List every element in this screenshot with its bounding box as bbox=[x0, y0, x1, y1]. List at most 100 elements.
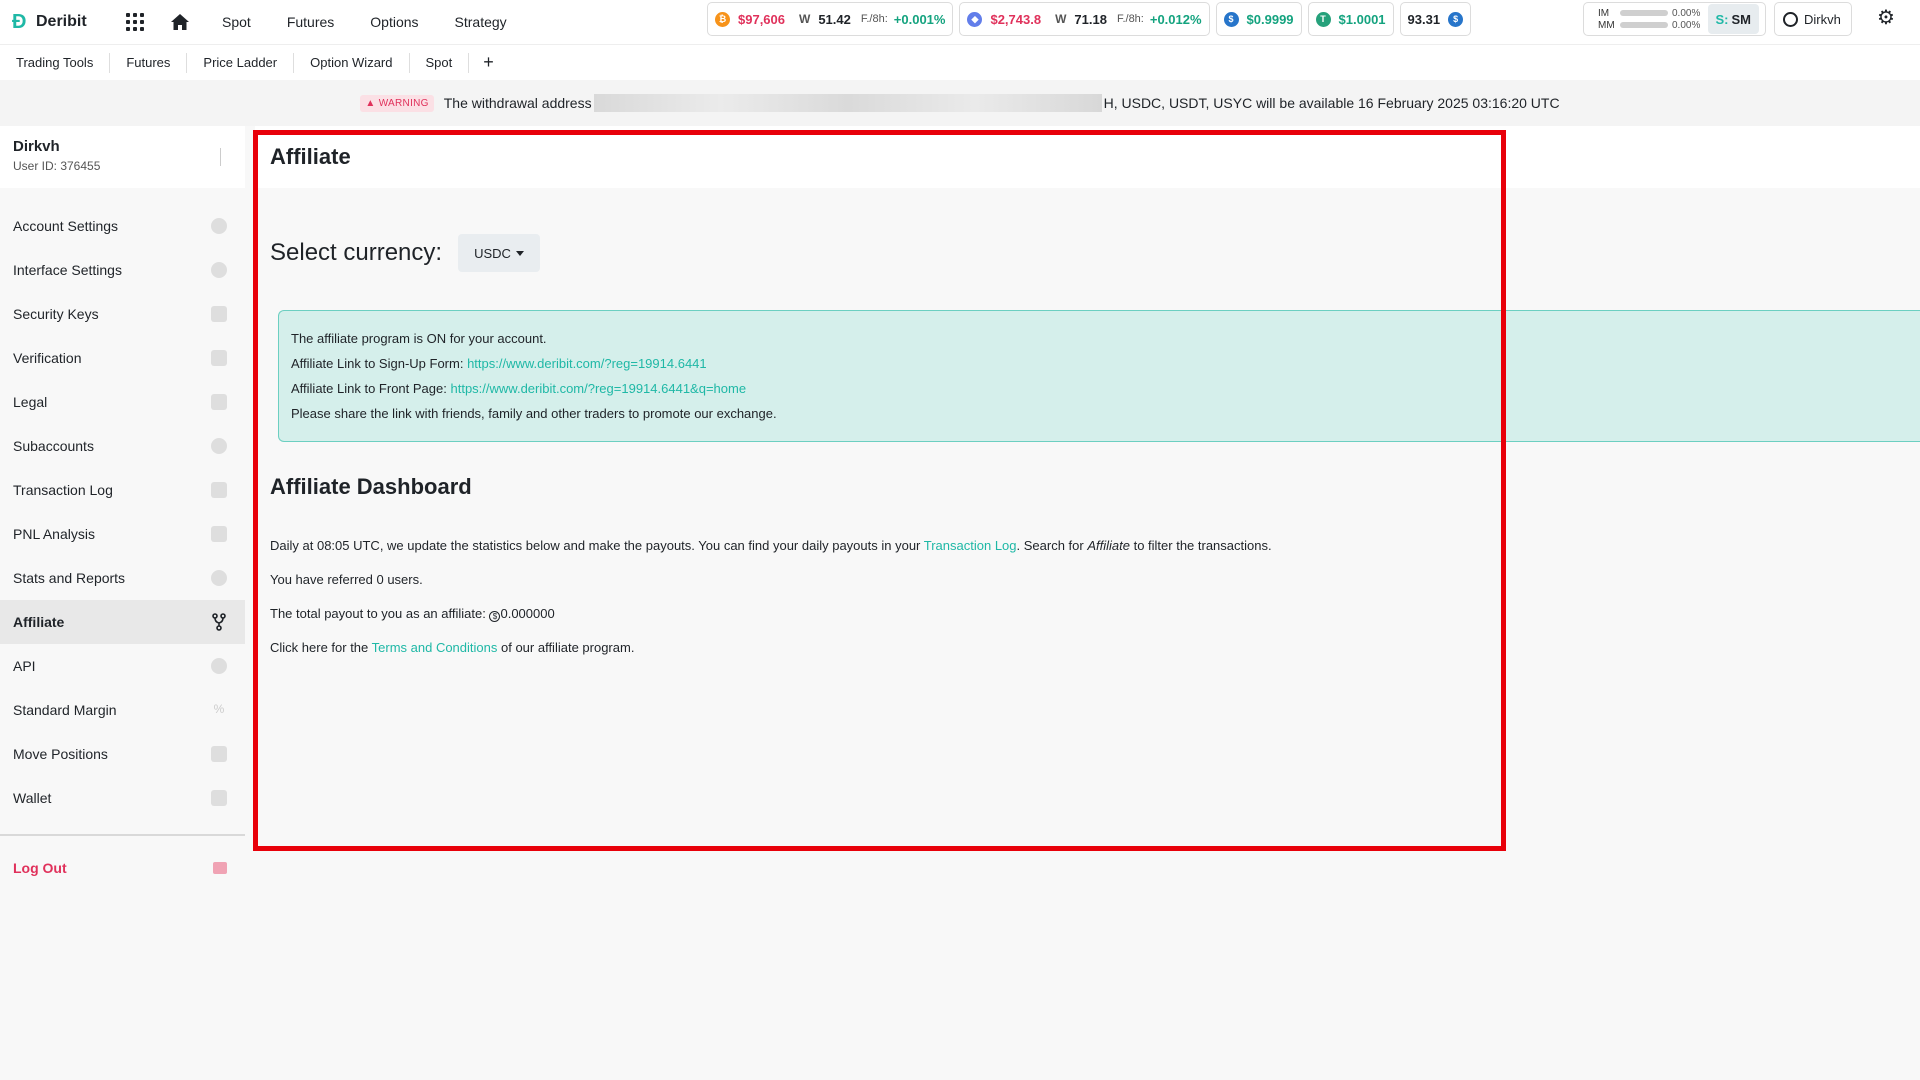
add-tool-plus-icon[interactable]: + bbox=[469, 52, 508, 73]
ticker-price: $97,606 bbox=[738, 11, 785, 27]
apps-grid-icon[interactable] bbox=[126, 13, 144, 31]
main-nav: Spot Futures Options Strategy bbox=[204, 0, 525, 44]
sidebar-item-label: Interface Settings bbox=[13, 262, 122, 278]
logout-label: Log Out bbox=[13, 860, 67, 876]
nav-strategy[interactable]: Strategy bbox=[437, 0, 525, 44]
im-bar bbox=[1620, 10, 1668, 16]
sidebar-item-verification[interactable]: Verification bbox=[0, 336, 245, 380]
divider bbox=[220, 148, 221, 166]
user-icon bbox=[1783, 11, 1798, 27]
tool-spot[interactable]: Spot bbox=[410, 52, 470, 73]
sidebar-item-account-settings[interactable]: Account Settings bbox=[0, 204, 245, 248]
nav-options[interactable]: Options bbox=[352, 0, 436, 44]
ticker-usdt[interactable]: T $1.0001 bbox=[1307, 2, 1394, 36]
terms-link[interactable]: Terms and Conditions bbox=[372, 640, 498, 655]
sidebar-item-label: Security Keys bbox=[13, 306, 99, 322]
margin-mode-prefix: S: bbox=[1715, 11, 1729, 27]
margin-mode-badge[interactable]: S: SM bbox=[1707, 4, 1759, 34]
im-label: IM bbox=[1598, 7, 1610, 19]
user-plus-icon bbox=[211, 438, 227, 454]
sidebar-item-label: Legal bbox=[13, 394, 48, 410]
margin-indicator[interactable]: IM 0.00% MM 0.00% S: SM bbox=[1583, 2, 1766, 36]
total-payout-label: The total payout to you as an affiliate: bbox=[270, 606, 486, 621]
mm-label: MM bbox=[1598, 19, 1615, 31]
sidebar-item-transaction-log[interactable]: Transaction Log bbox=[0, 468, 245, 512]
payout-info: Daily at 08:05 UTC, we update the statis… bbox=[270, 538, 1920, 554]
sidebar-item-api[interactable]: API bbox=[0, 644, 245, 688]
nav-spot[interactable]: Spot bbox=[204, 0, 269, 44]
home-icon[interactable] bbox=[170, 13, 190, 31]
sidebar-item-move-positions[interactable]: Move Positions bbox=[0, 732, 245, 776]
percent-icon: % bbox=[213, 702, 225, 716]
dashboard-title: Affiliate Dashboard bbox=[270, 474, 472, 499]
copy-icon bbox=[211, 746, 227, 762]
funding-label: F./8h: bbox=[1116, 13, 1144, 25]
tool-price-ladder[interactable]: Price Ladder bbox=[187, 52, 295, 73]
sidebar-item-security-keys[interactable]: Security Keys bbox=[0, 292, 245, 336]
profile-card: Dirkvh User ID: 376455 bbox=[0, 126, 245, 188]
sidebar-item-pnl-analysis[interactable]: PNL Analysis bbox=[0, 512, 245, 556]
ticker-btc[interactable]: ₿ $97,606 W 51.42 F./8h: +0.001% bbox=[707, 2, 954, 36]
page-title: Affiliate bbox=[270, 144, 351, 169]
tool-trading-tools[interactable]: Trading Tools bbox=[0, 52, 111, 73]
gavel-icon bbox=[211, 394, 227, 410]
margin-mode: SM bbox=[1731, 11, 1752, 27]
transaction-log-link[interactable]: Transaction Log bbox=[924, 538, 1017, 553]
mm-value: 0.00% bbox=[1672, 19, 1701, 31]
deribit-logo[interactable]: Ð Deribit bbox=[12, 12, 108, 32]
profile-user-id: User ID: 376455 bbox=[13, 159, 101, 173]
sidebar-item-label: API bbox=[13, 658, 36, 674]
sidebar-item-standard-margin[interactable]: Standard Margin% bbox=[0, 688, 245, 732]
logout-icon bbox=[213, 862, 227, 874]
sidebar-item-label: Wallet bbox=[13, 790, 52, 806]
sidebar-menu: Account Settings Interface Settings Secu… bbox=[0, 204, 245, 890]
ticker-usdc[interactable]: $ $0.9999 bbox=[1215, 2, 1302, 36]
sidebar-item-interface-settings[interactable]: Interface Settings bbox=[0, 248, 245, 292]
main-content: Affiliate Select currency: USDC The affi… bbox=[255, 126, 1920, 1080]
sidebar-item-label: Stats and Reports bbox=[13, 570, 126, 586]
sidebar-item-legal[interactable]: Legal bbox=[0, 380, 245, 424]
usdc-icon: $ bbox=[1223, 11, 1239, 27]
ticker-funding: +0.012% bbox=[1149, 11, 1202, 27]
sidebar-item-affiliate[interactable]: Affiliate bbox=[0, 600, 245, 644]
ticker-funding: +0.001% bbox=[893, 11, 946, 27]
funding-label: F./8h: bbox=[860, 13, 888, 25]
currency-label: Select currency: bbox=[270, 239, 443, 266]
chevron-down-icon bbox=[515, 250, 524, 256]
currency-dropdown[interactable]: USDC bbox=[458, 234, 540, 272]
top-bar: Ð Deribit Spot Futures Options Strategy … bbox=[0, 0, 1920, 44]
signup-link[interactable]: https://www.deribit.com/?reg=19914.6441 bbox=[467, 356, 707, 371]
warning-badge-text: WARNING bbox=[378, 97, 429, 109]
currency-value: USDC bbox=[474, 245, 511, 261]
share-note: Please share the link with friends, fami… bbox=[291, 406, 777, 421]
ticker-volatility: 71.18 bbox=[1074, 11, 1107, 27]
sidebar-item-stats-and-reports[interactable]: Stats and Reports bbox=[0, 556, 245, 600]
logout-button[interactable]: Log Out bbox=[0, 846, 245, 890]
user-name: Dirkvh bbox=[1804, 11, 1841, 27]
sidebar-item-label: Verification bbox=[13, 350, 82, 366]
ticker-price: $2,743.8 bbox=[990, 11, 1042, 27]
payout-info-text: Daily at 08:05 UTC, we update the statis… bbox=[270, 538, 924, 553]
mm-bar bbox=[1620, 22, 1668, 28]
tools-bar: Trading Tools Futures Price Ladder Optio… bbox=[0, 44, 1920, 80]
volatility-icon: W bbox=[799, 12, 811, 26]
terms-text-start: Click here for the bbox=[270, 640, 372, 655]
user-menu-button[interactable]: Dirkvh bbox=[1774, 2, 1852, 36]
usyc-icon: $ bbox=[1448, 11, 1464, 27]
user-icon bbox=[211, 218, 227, 234]
settings-gear-icon[interactable]: ⚙ bbox=[1877, 8, 1897, 28]
sidebar-item-label: PNL Analysis bbox=[13, 526, 95, 542]
ticker-eth[interactable]: ◆ $2,743.8 W 71.18 F./8h: +0.012% bbox=[959, 2, 1210, 36]
front-page-link[interactable]: https://www.deribit.com/?reg=19914.6441&… bbox=[450, 381, 746, 396]
sidebar-item-wallet[interactable]: Wallet bbox=[0, 776, 245, 820]
tool-option-wizard[interactable]: Option Wizard bbox=[294, 52, 410, 73]
tool-futures[interactable]: Futures bbox=[110, 52, 188, 73]
volatility-icon: W bbox=[1055, 12, 1067, 26]
nav-futures[interactable]: Futures bbox=[269, 0, 352, 44]
sidebar-item-label: Move Positions bbox=[13, 746, 108, 762]
ticker-usyc[interactable]: 93.31 $ bbox=[1399, 2, 1472, 36]
gear-icon bbox=[211, 262, 227, 278]
warning-banner: ▲ WARNING The withdrawal address H, USDC… bbox=[0, 80, 1920, 126]
sidebar-item-subaccounts[interactable]: Subaccounts bbox=[0, 424, 245, 468]
redacted-address bbox=[593, 94, 1102, 112]
